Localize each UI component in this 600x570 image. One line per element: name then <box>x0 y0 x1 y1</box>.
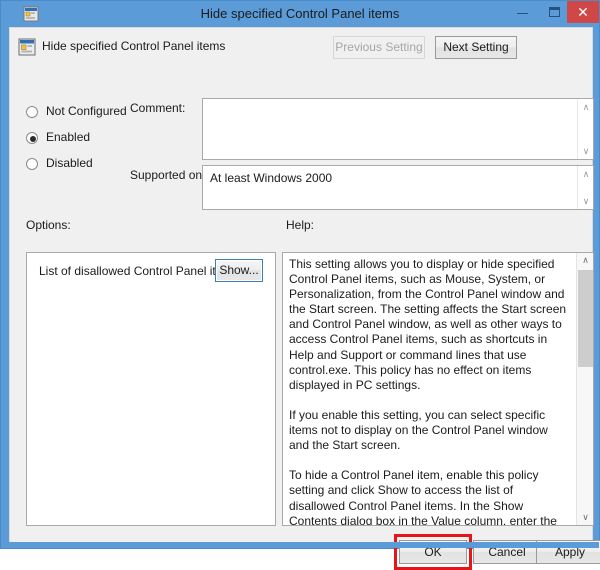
maximize-icon <box>549 7 560 17</box>
group-policy-setting-window: Hide specified Control Panel items ✕ Hid… <box>0 0 600 570</box>
radio-circle-icon <box>26 106 38 118</box>
dialog-client-area: Hide specified Control Panel items Previ… <box>9 27 600 570</box>
comment-textbox[interactable]: ∧ ∨ <box>202 98 594 160</box>
supported-on-scrollbar[interactable]: ∧ ∨ <box>577 166 593 209</box>
option-item-label: List of disallowed Control Panel items <box>39 264 239 278</box>
radio-label-disabled: Disabled <box>46 156 93 170</box>
options-panel: List of disallowed Control Panel items S… <box>26 252 276 526</box>
policy-setting-icon <box>18 38 36 56</box>
help-label: Help: <box>286 218 315 232</box>
scrollbar-thumb[interactable] <box>578 270 593 367</box>
scroll-up-icon[interactable]: ∧ <box>578 167 594 181</box>
scroll-down-icon[interactable]: ∨ <box>577 510 593 525</box>
help-text: This setting allows you to display or hi… <box>289 257 567 526</box>
radio-label-not-configured: Not Configured <box>46 104 127 118</box>
help-scrollbar[interactable]: ∧ ∨ <box>576 253 593 525</box>
scroll-down-icon[interactable]: ∨ <box>578 194 594 208</box>
previous-setting-button[interactable]: Previous Setting <box>333 36 425 59</box>
show-button[interactable]: Show... <box>215 259 263 282</box>
supported-on-label: Supported on: <box>130 168 206 182</box>
scroll-down-icon[interactable]: ∨ <box>578 144 594 158</box>
scroll-up-icon[interactable]: ∧ <box>577 253 593 268</box>
next-setting-button[interactable]: Next Setting <box>435 36 517 59</box>
minimize-icon <box>517 13 528 14</box>
radio-circle-selected-icon <box>26 132 38 144</box>
title-bar[interactable]: Hide specified Control Panel items ✕ <box>1 1 599 27</box>
comment-label: Comment: <box>130 101 186 115</box>
supported-on-textbox[interactable]: At least Windows 2000 ∧ ∨ <box>202 165 594 210</box>
maximize-button[interactable] <box>541 1 567 23</box>
comment-scrollbar[interactable]: ∧ ∨ <box>577 99 593 159</box>
setting-title: Hide specified Control Panel items <box>42 39 226 53</box>
window-bottom-border <box>1 542 599 548</box>
supported-on-value: At least Windows 2000 <box>210 171 333 185</box>
radio-label-enabled: Enabled <box>46 130 91 144</box>
minimize-button[interactable] <box>509 1 535 23</box>
radio-circle-icon <box>26 158 38 170</box>
help-panel: This setting allows you to display or hi… <box>282 252 594 526</box>
close-button[interactable]: ✕ <box>567 1 599 23</box>
options-label: Options: <box>26 218 71 232</box>
scroll-up-icon[interactable]: ∧ <box>578 100 594 114</box>
